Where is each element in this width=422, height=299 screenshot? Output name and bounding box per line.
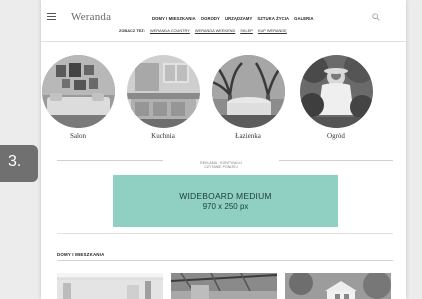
see-also-label: ZOBACZ TEŻ: bbox=[119, 28, 145, 33]
nav-sztuka-zycia[interactable]: SZTUKA ŻYCIA bbox=[257, 16, 289, 21]
site-logo[interactable]: Weranda bbox=[71, 11, 111, 23]
section-title[interactable]: DOMY I MIESZKANIA bbox=[57, 252, 104, 257]
salon-image bbox=[41, 55, 115, 128]
category-ogrod[interactable]: Ogród bbox=[296, 55, 376, 140]
ad-wideboard[interactable]: WIDEBOARD MEDIUM 970 x 250 px bbox=[113, 175, 338, 227]
link-weranda-country[interactable]: WERANDA COUNTRY bbox=[150, 28, 190, 33]
ogrod-image bbox=[299, 55, 373, 128]
lazienka-image bbox=[211, 55, 285, 128]
step-badge: 3. bbox=[0, 145, 38, 182]
link-sklep[interactable]: SKLEP bbox=[240, 28, 253, 33]
ad-divider-right bbox=[279, 160, 393, 161]
category-circles: Salon Kuchnia Łazienka Ogród bbox=[41, 55, 406, 145]
category-label: Kuchnia bbox=[151, 132, 175, 140]
ad-size: 970 x 250 px bbox=[202, 202, 249, 211]
article-thumb-3[interactable] bbox=[285, 273, 391, 299]
category-kuchnia[interactable]: Kuchnia bbox=[123, 55, 203, 140]
category-label: Łazienka bbox=[235, 132, 261, 140]
category-salon[interactable]: Salon bbox=[41, 55, 118, 140]
link-kup-werande[interactable]: KUP WERANDĘ bbox=[258, 28, 287, 33]
main-nav: DOMY I MIESZKANIA OGRODY URZĄDZAMY SZTUK… bbox=[152, 16, 314, 21]
ad-title: WIDEBOARD MEDIUM bbox=[179, 191, 272, 201]
ad-label-line2: CZYTANIE PONIŻEJ bbox=[204, 165, 238, 170]
ad-label: REKLAMA · KONTYNUUJ CZYTANIE PONIŻEJ bbox=[161, 161, 281, 169]
article-thumb-1[interactable] bbox=[57, 273, 163, 299]
nav-galeria[interactable]: GALERIA bbox=[294, 16, 314, 21]
ad-divider-left bbox=[57, 160, 163, 161]
article-image-1 bbox=[57, 273, 163, 299]
nav-urzadzamy[interactable]: URZĄDZAMY bbox=[225, 16, 252, 21]
site-header: Weranda DOMY I MIESZKANIA OGRODY URZĄDZA… bbox=[41, 0, 406, 42]
section-underline bbox=[57, 260, 393, 261]
article-thumb-2[interactable] bbox=[171, 273, 277, 299]
kuchnia-image bbox=[126, 55, 200, 128]
article-image-3 bbox=[285, 273, 391, 299]
nav-ogrody[interactable]: OGRODY bbox=[201, 16, 220, 21]
page: Weranda DOMY I MIESZKANIA OGRODY URZĄDZA… bbox=[41, 0, 406, 299]
nav-domy-i-mieszkania[interactable]: DOMY I MIESZKANIA bbox=[152, 16, 196, 21]
article-image-2 bbox=[171, 273, 277, 299]
content-divider bbox=[57, 233, 393, 234]
see-also-nav: ZOBACZ TEŻ: WERANDA COUNTRY WERANDA WEEK… bbox=[119, 28, 287, 33]
link-weranda-weekend[interactable]: WERANDA WEEKEND bbox=[195, 28, 235, 33]
category-label: Ogród bbox=[327, 132, 345, 140]
step-number: 3. bbox=[8, 153, 22, 170]
search-icon[interactable] bbox=[372, 13, 380, 21]
menu-icon[interactable] bbox=[47, 13, 56, 20]
category-lazienka[interactable]: Łazienka bbox=[208, 55, 288, 140]
category-label: Salon bbox=[70, 132, 86, 140]
